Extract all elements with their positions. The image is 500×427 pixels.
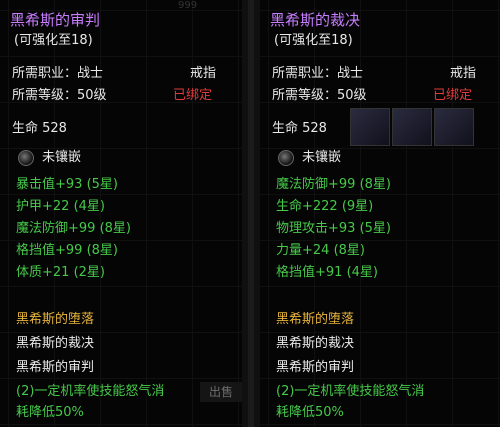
set-bonus-line: (2)一定机率使技能怒气消 <box>16 384 165 399</box>
stat-line: 体质+21 (2星) <box>16 265 105 280</box>
hp-stat: 生命 528 <box>272 121 327 136</box>
bound-status: 已绑定 <box>173 88 213 103</box>
set-name: 黑希斯的堕落 <box>16 312 95 327</box>
stat-line: 生命+222 (9星) <box>276 199 374 214</box>
equip-slot: 戒指 <box>450 66 477 81</box>
tooltip-panel-left: 999 黑希斯的审判 (可强化至18) 所需职业：战士 戒指 所需等级：50级 … <box>0 0 242 427</box>
required-job: 所需职业：战士 <box>12 66 104 81</box>
tooltip-panel-right: 黑希斯的裁决 (可强化至18) 所需职业：战士 戒指 所需等级：50级 已绑定 … <box>260 0 500 427</box>
stat-line: 魔法防御+99 (8星) <box>16 221 131 236</box>
hp-stat: 生命 528 <box>12 121 67 136</box>
socket-status: 未镶嵌 <box>42 150 82 165</box>
equip-slot: 戒指 <box>190 66 217 81</box>
item-title: 黑希斯的裁决 <box>270 11 361 29</box>
set-bonus-line: 耗降低50% <box>276 405 344 420</box>
set-item: 黑希斯的审判 <box>276 360 355 375</box>
stat-line: 格挡值+91 (4星) <box>276 265 378 280</box>
socket-status: 未镶嵌 <box>302 150 342 165</box>
stat-line: 魔法防御+99 (8星) <box>276 177 391 192</box>
socket-icon <box>278 150 294 166</box>
set-item: 黑希斯的审判 <box>16 360 95 375</box>
bound-status: 已绑定 <box>433 88 473 103</box>
required-job: 所需职业：战士 <box>272 66 364 81</box>
set-item: 黑希斯的裁决 <box>276 336 355 351</box>
sell-button[interactable]: 出售 <box>200 382 242 402</box>
stat-line: 格挡值+99 (8星) <box>16 243 118 258</box>
enhance-limit: (可强化至18) <box>14 33 93 48</box>
stat-line: 力量+24 (8星) <box>276 243 365 258</box>
required-level: 所需等级：50级 <box>12 88 107 103</box>
set-bonus-line: 耗降低50% <box>16 405 84 420</box>
set-item: 黑希斯的裁决 <box>16 336 95 351</box>
required-level: 所需等级：50级 <box>272 88 367 103</box>
stat-line: 护甲+22 (4星) <box>16 199 105 214</box>
enhance-limit: (可强化至18) <box>274 33 353 48</box>
panel-divider <box>242 0 260 427</box>
set-name: 黑希斯的堕落 <box>276 312 355 327</box>
stat-line: 物理攻击+93 (5星) <box>276 221 391 236</box>
set-bonus-line: (2)一定机率使技能怒气消 <box>276 384 425 399</box>
socket-icon <box>18 150 34 166</box>
item-title: 黑希斯的审判 <box>10 11 101 29</box>
stat-line: 暴击值+93 (5星) <box>16 177 118 192</box>
